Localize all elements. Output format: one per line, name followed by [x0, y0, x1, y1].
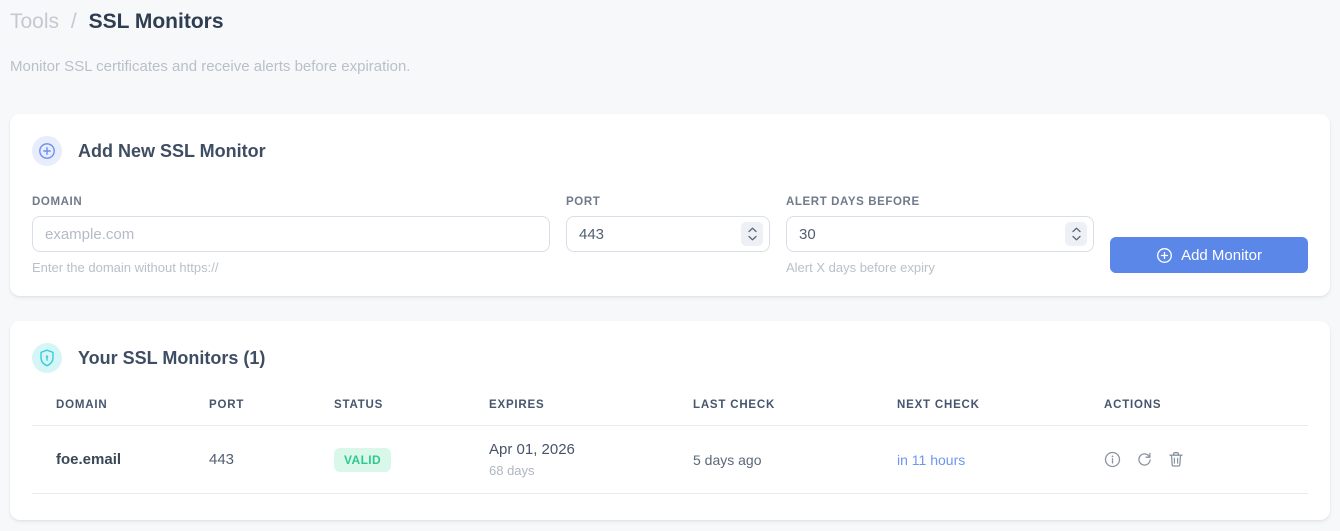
col-header-domain: DOMAIN	[32, 399, 209, 426]
alert-days-input[interactable]	[786, 216, 1094, 252]
port-label: PORT	[566, 196, 601, 208]
monitors-card: Your SSL Monitors (1) DOMAIN PORT STATUS…	[10, 321, 1330, 520]
col-header-expires: EXPIRES	[489, 399, 693, 426]
breadcrumb-tools-link[interactable]: Tools	[10, 10, 59, 33]
col-header-last-check: LAST CHECK	[693, 399, 897, 426]
alert-days-helper-text: Alert X days before expiry	[786, 260, 935, 275]
row-actions	[1104, 451, 1308, 468]
alert-days-label: ALERT DAYS BEFORE	[786, 196, 920, 208]
add-monitor-button[interactable]: Add Monitor	[1110, 237, 1308, 273]
add-monitor-button-label: Add Monitor	[1181, 246, 1262, 264]
domain-label: DOMAIN	[32, 196, 83, 208]
add-monitor-form: DOMAIN Enter the domain without https://…	[32, 196, 1308, 275]
add-monitor-card-title: Add New SSL Monitor	[78, 140, 266, 161]
status-badge: VALID	[334, 447, 392, 472]
refresh-icon	[1138, 452, 1151, 466]
page-title: SSL Monitors	[88, 10, 224, 33]
breadcrumb-separator: /	[70, 10, 77, 33]
domain-helper-text: Enter the domain without https://	[32, 260, 219, 275]
monitor-domain: foe.email	[32, 425, 209, 494]
monitor-expires-date: Apr 01, 2026	[489, 441, 575, 458]
col-header-actions: ACTIONS	[1104, 399, 1308, 426]
col-header-status: STATUS	[334, 399, 489, 426]
monitor-port: 443	[209, 425, 334, 494]
chevron-up-icon	[1071, 227, 1081, 233]
monitors-table-header-row: DOMAIN PORT STATUS EXPIRES LAST CHECK NE…	[32, 399, 1308, 426]
table-row: foe.email 443 VALID Apr 01, 2026 68 days…	[32, 425, 1308, 494]
chevron-down-icon	[747, 235, 757, 241]
info-icon	[1104, 451, 1121, 468]
chevron-down-icon	[1071, 235, 1081, 241]
shield-icon	[32, 343, 62, 373]
monitor-next-check: in 11 hours	[897, 425, 1104, 494]
delete-button[interactable]	[1168, 451, 1184, 468]
domain-input[interactable]	[32, 216, 550, 252]
alert-days-stepper[interactable]	[1065, 222, 1087, 246]
monitors-table: DOMAIN PORT STATUS EXPIRES LAST CHECK NE…	[32, 399, 1308, 494]
domain-field-group: DOMAIN Enter the domain without https://	[32, 196, 550, 275]
monitors-card-title: Your SSL Monitors (1)	[78, 347, 266, 368]
refresh-button[interactable]	[1136, 451, 1153, 468]
port-input[interactable]	[566, 216, 770, 252]
port-stepper[interactable]	[741, 222, 763, 246]
monitor-expires-in: 68 days	[489, 463, 535, 478]
ssl-monitors-page: Tools / SSL Monitors Monitor SSL certifi…	[0, 0, 1340, 520]
plus-circle-icon	[1157, 247, 1173, 263]
col-header-port: PORT	[209, 399, 334, 426]
page-subtitle: Monitor SSL certificates and receive ale…	[10, 58, 411, 75]
info-button[interactable]	[1104, 451, 1121, 468]
breadcrumb: Tools / SSL Monitors	[10, 8, 1330, 36]
monitor-last-check: 5 days ago	[693, 425, 897, 494]
chevron-up-icon	[747, 227, 757, 233]
trash-icon	[1169, 452, 1183, 467]
alert-days-field-group: ALERT DAYS BEFORE Alert X days before ex…	[786, 196, 1094, 275]
add-monitor-card-header: Add New SSL Monitor	[32, 136, 1308, 166]
plus-circle-icon	[32, 136, 62, 166]
port-field-group: PORT	[566, 196, 770, 252]
add-monitor-card: Add New SSL Monitor DOMAIN Enter the dom…	[10, 114, 1330, 296]
col-header-next-check: NEXT CHECK	[897, 399, 1104, 426]
monitors-card-header: Your SSL Monitors (1)	[32, 343, 1308, 373]
